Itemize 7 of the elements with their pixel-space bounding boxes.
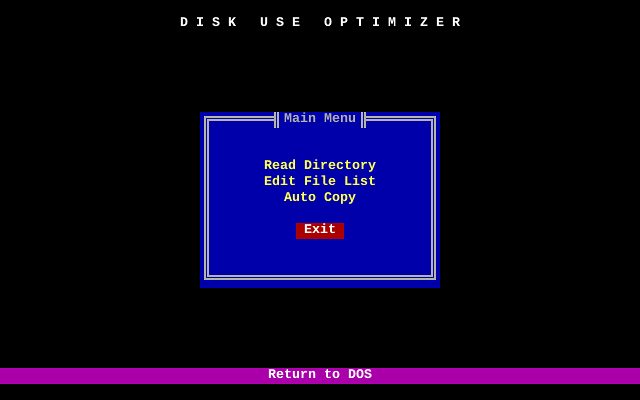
menu-item[interactable]: Auto Copy — [276, 191, 364, 207]
status-text: Return to DOS — [268, 368, 372, 383]
menu-item[interactable]: Read Directory — [256, 159, 384, 175]
menu-item[interactable]: Edit File List — [256, 175, 384, 191]
exit-menu-item[interactable]: Exit — [296, 223, 344, 239]
menu-title: Main Menu — [274, 112, 366, 128]
app-title: D I S K U S E O P T I M I Z E R — [180, 16, 460, 32]
